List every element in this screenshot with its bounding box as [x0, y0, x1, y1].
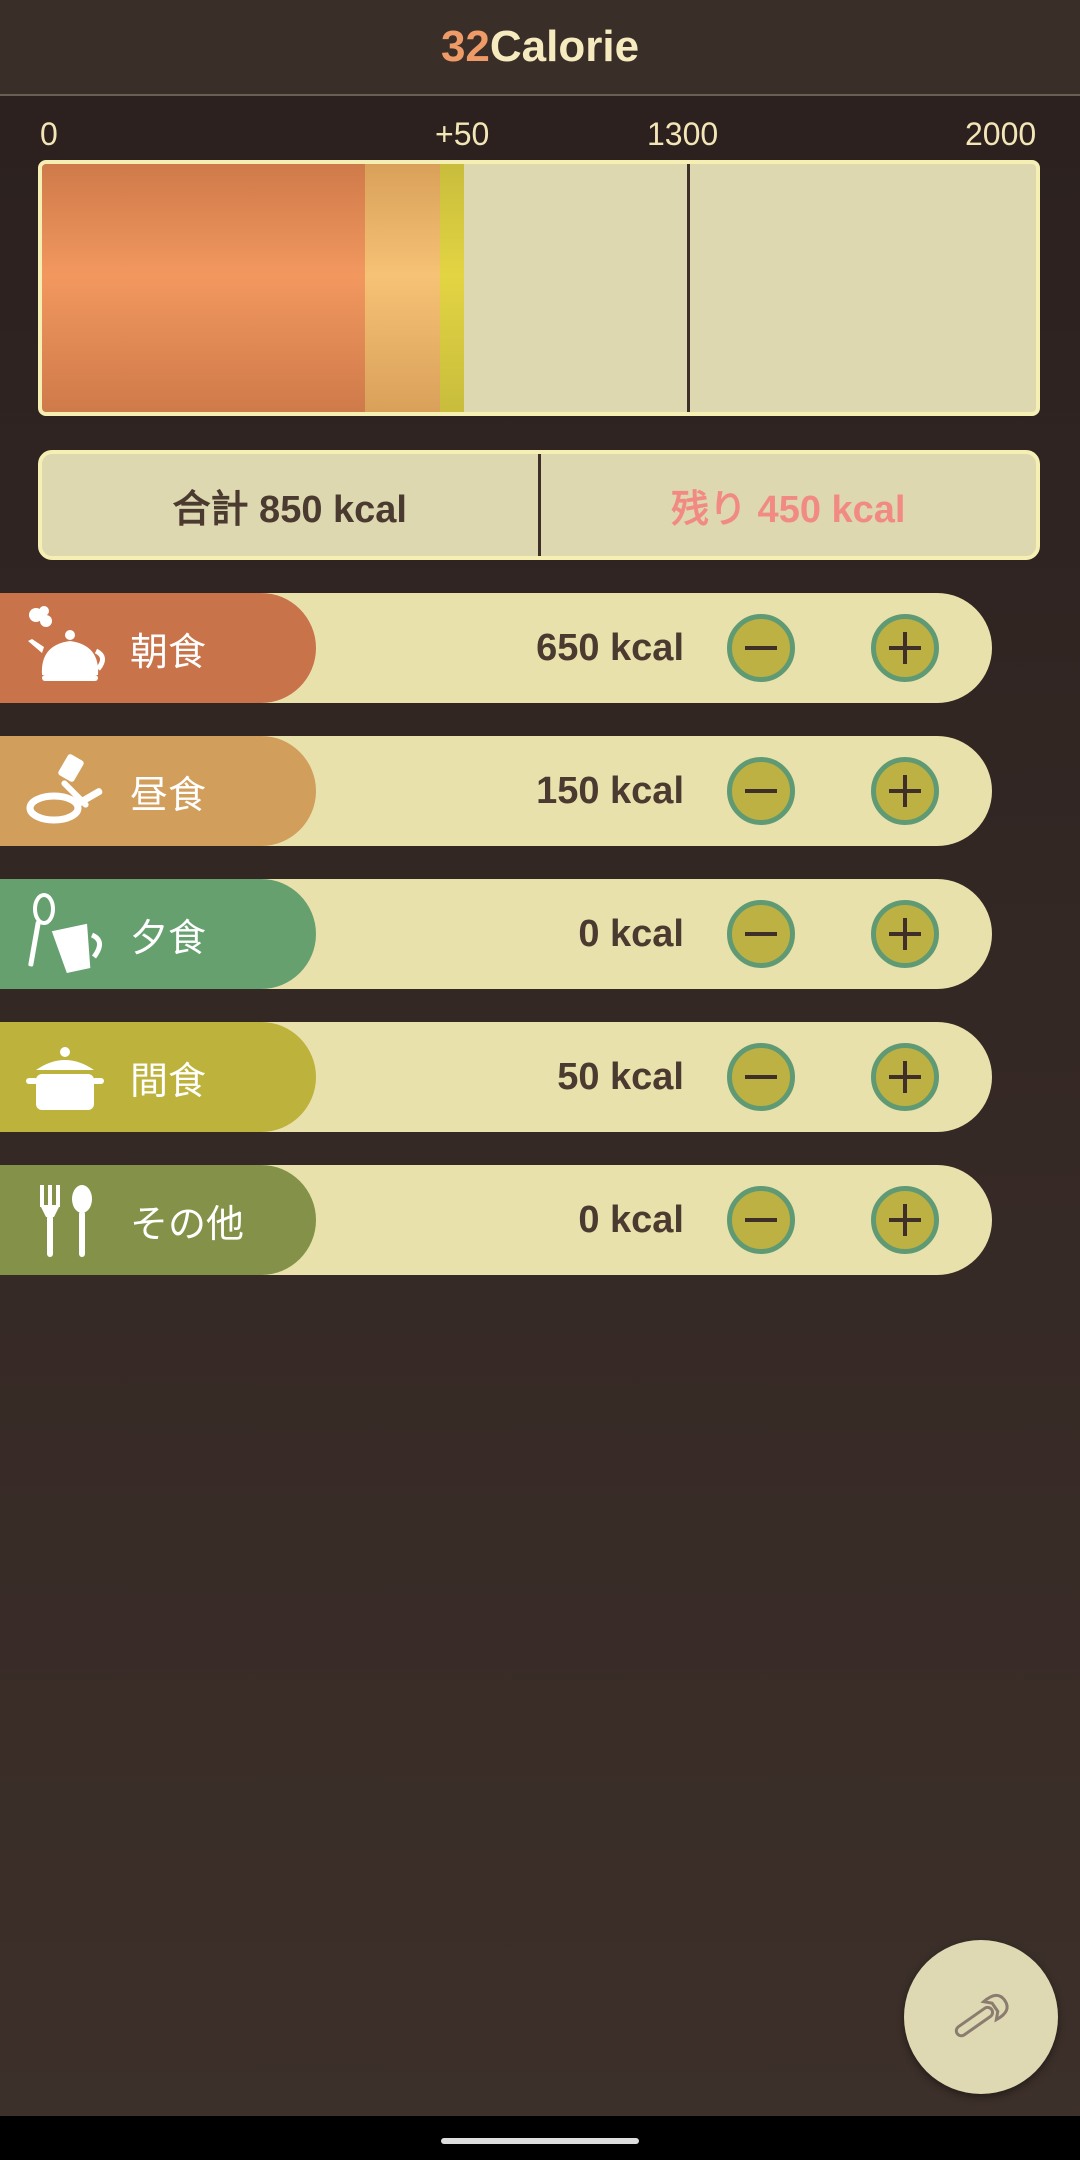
app-title: 32Calorie [441, 22, 639, 72]
decrease-button[interactable] [727, 1043, 795, 1111]
meal-name: 朝食 [130, 631, 207, 674]
meal-row-breakfast: 朝食 650 kcal [0, 593, 992, 703]
fork-spoon-icon [20, 1175, 110, 1265]
decrease-button[interactable] [727, 757, 795, 825]
minus-icon [745, 1075, 777, 1079]
meal-row-snack: 間食 50 kcal [0, 1022, 992, 1132]
meal-tag-dinner: 夕食 [0, 879, 316, 989]
increase-button[interactable] [871, 757, 939, 825]
frying-pan-icon [20, 746, 110, 836]
minus-icon [745, 646, 777, 650]
plus-icon [889, 1204, 921, 1236]
teapot-icon [20, 603, 110, 693]
pot-icon [20, 1032, 110, 1122]
decrease-button[interactable] [727, 1186, 795, 1254]
plus-icon [889, 918, 921, 950]
meal-kcal: 150 kcal [536, 770, 684, 812]
plus-icon [889, 775, 921, 807]
meal-tag-lunch: 昼食 [0, 736, 316, 846]
meal-tag-other: その他 [0, 1165, 316, 1275]
remaining-kcal: 残り 450 kcal [671, 488, 906, 531]
meal-tag-breakfast: 朝食 [0, 593, 316, 703]
meal-tag-snack: 間食 [0, 1022, 316, 1132]
minus-icon [745, 1218, 777, 1222]
meal-row-other: その他 0 kcal [0, 1165, 992, 1275]
plus-icon [889, 1061, 921, 1093]
minus-icon [745, 789, 777, 793]
app-title-text: Calorie [489, 22, 640, 71]
gauge-segment-breakfast [42, 164, 366, 412]
meal-name: 間食 [130, 1060, 207, 1103]
app-bar: 32Calorie [0, 0, 1080, 96]
meal-name: その他 [130, 1203, 245, 1246]
gauge-target-line [687, 164, 691, 412]
increase-button[interactable] [871, 614, 939, 682]
decrease-button[interactable] [727, 614, 795, 682]
meal-kcal: 0 kcal [578, 1199, 684, 1241]
home-gesture-handle[interactable] [441, 2138, 639, 2144]
increase-button[interactable] [871, 1186, 939, 1254]
increase-button[interactable] [871, 900, 939, 968]
meal-kcal: 50 kcal [557, 1056, 684, 1098]
gauge-segment-snack [439, 164, 465, 412]
scale-label-max: 2000 [965, 116, 1037, 152]
meal-name: 昼食 [130, 774, 207, 817]
calorie-summary: 合計 850 kcal 残り 450 kcal [38, 450, 1040, 560]
meal-kcal: 650 kcal [536, 627, 684, 669]
total-kcal: 合計 850 kcal [42, 454, 541, 556]
app-title-number: 32 [440, 22, 490, 71]
plus-icon [889, 632, 921, 664]
meal-kcal: 0 kcal [578, 913, 684, 955]
gauge-segment-lunch [365, 164, 440, 412]
meal-name: 夕食 [130, 917, 207, 960]
scale-label-target: 1300 [647, 116, 719, 152]
meal-row-dinner: 夕食 0 kcal [0, 879, 992, 989]
meal-row-lunch: 昼食 150 kcal [0, 736, 992, 846]
minus-icon [745, 932, 777, 936]
scale-label-zero: 0 [40, 116, 58, 152]
increase-button[interactable] [871, 1043, 939, 1111]
decrease-button[interactable] [727, 900, 795, 968]
whisk-measuring-cup-icon [20, 889, 110, 979]
settings-button[interactable] [904, 1940, 1058, 2094]
calorie-gauge [38, 160, 1040, 416]
scale-label-plus: +50 [435, 116, 490, 152]
wrench-icon [954, 1993, 1009, 2038]
